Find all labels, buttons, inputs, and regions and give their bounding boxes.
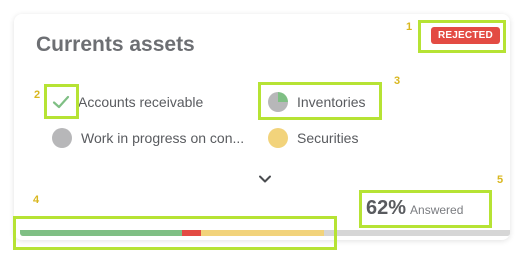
highlight-number-1: 1 [406, 21, 413, 33]
highlight-box-4 [13, 216, 337, 250]
option-securities[interactable]: Securities [268, 128, 358, 148]
highlight-box-5 [359, 190, 492, 228]
highlight-box-3 [258, 82, 382, 120]
option-label: Work in progress on con... [81, 130, 245, 146]
highlight-box-1 [418, 20, 506, 53]
highlight-number-2: 2 [34, 89, 41, 101]
stage: Currents assets REJECTED Accounts receiv… [0, 0, 518, 253]
highlight-number-5: 5 [497, 174, 504, 186]
option-work-in-progress[interactable]: Work in progress on con... [52, 128, 244, 148]
grey-dot-icon [52, 128, 72, 148]
chevron-down-icon[interactable] [257, 171, 273, 187]
yellow-dot-icon [268, 128, 288, 148]
card-title: Currents assets [36, 33, 195, 56]
option-label: Accounts receivable [78, 94, 204, 110]
highlight-number-4: 4 [33, 194, 40, 206]
highlight-number-3: 3 [394, 75, 401, 87]
highlight-box-2 [44, 84, 79, 119]
progress-segment-remaining-grey [323, 230, 510, 236]
option-label: Securities [297, 130, 359, 146]
